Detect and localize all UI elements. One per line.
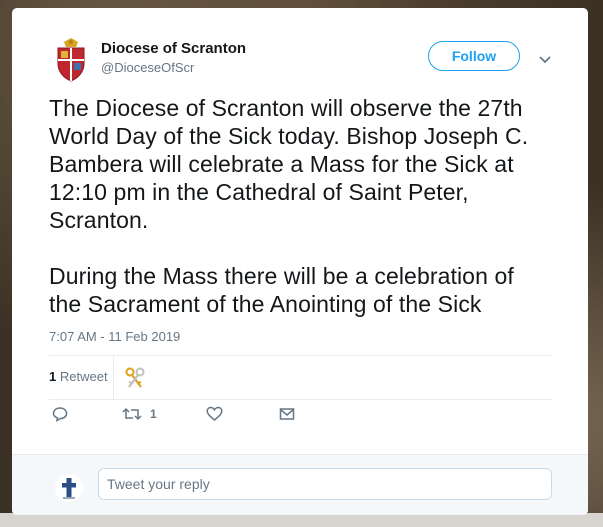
- retweet-action-count: 1: [150, 407, 157, 421]
- like-button[interactable]: [206, 406, 223, 422]
- retweet-icon: [122, 407, 142, 421]
- direct-message-button[interactable]: [279, 406, 295, 422]
- crossed-keys-icon[interactable]: [124, 367, 146, 389]
- diocese-crest-icon[interactable]: [52, 38, 90, 82]
- reply-button[interactable]: [52, 406, 68, 422]
- cross-avatar-icon: [54, 473, 84, 503]
- tweet-card: Diocese of Scranton @DioceseOfScr Follow…: [12, 8, 588, 515]
- follow-button[interactable]: Follow: [428, 41, 520, 71]
- reply-bar: [12, 454, 588, 515]
- page-bottom-strip: [0, 513, 603, 527]
- retweet-stat-label: Retweet: [59, 369, 108, 384]
- tweet-text: The Diocese of Scranton will observe the…: [49, 94, 569, 318]
- tweet-timestamp[interactable]: 7:07 AM - 11 Feb 2019: [49, 329, 180, 344]
- tweet-actions: 1: [49, 406, 553, 430]
- reply-icon: [52, 407, 68, 422]
- retweet-button[interactable]: 1: [122, 406, 157, 422]
- tweet-paragraph: During the Mass there will be a celebrat…: [49, 263, 514, 317]
- account-name[interactable]: Diocese of Scranton: [101, 40, 246, 57]
- mail-icon: [279, 408, 295, 420]
- retweet-stat[interactable]: 1 Retweet: [49, 369, 108, 384]
- tweet-header: Diocese of Scranton @DioceseOfScr Follow: [52, 38, 588, 88]
- retweet-stat-count: 1: [49, 369, 57, 384]
- tweet-paragraph: The Diocese of Scranton will observe the…: [49, 95, 529, 233]
- tweet-stats: 1 Retweet: [49, 355, 553, 400]
- stats-divider: [113, 356, 114, 399]
- heart-icon: [206, 406, 223, 421]
- chevron-down-icon[interactable]: [538, 52, 552, 64]
- reply-input[interactable]: [98, 468, 552, 500]
- account-handle[interactable]: @DioceseOfScr: [101, 60, 194, 75]
